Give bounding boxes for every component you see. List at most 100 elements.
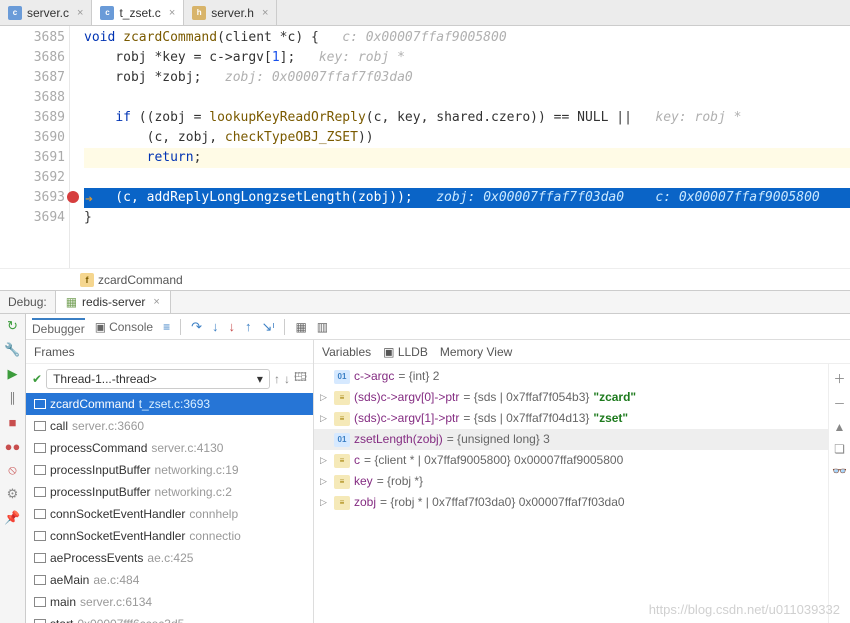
h-file-icon: h [192,6,206,20]
code-area[interactable]: void zcardCommand(client *c) { c: 0x0000… [70,26,850,268]
tab-t-zset-c[interactable]: c t_zset.c × [92,0,184,25]
app-icon: ▦ [66,295,77,309]
stack-frame[interactable]: main server.c:6134 [26,591,313,613]
rerun-icon[interactable]: ↻ [5,318,21,334]
up-icon[interactable]: ▲ [834,420,846,434]
close-icon[interactable]: × [262,7,268,19]
expand-icon[interactable]: ▷ [320,451,330,470]
remove-watch-icon[interactable]: － [833,395,845,412]
watermark: https://blog.csdn.net/u011039332 [649,602,840,617]
close-icon[interactable]: × [77,7,83,19]
stop-icon[interactable]: ■ [5,414,21,430]
mute-bp-icon[interactable]: ⦸ [5,462,21,478]
close-icon[interactable]: × [153,296,159,308]
pause-icon[interactable]: ∥ [5,390,21,406]
session-name: redis-server [82,295,145,309]
copy-icon[interactable]: ❏ [834,442,845,456]
tab-memory-view[interactable]: Memory View [440,345,512,359]
var-type-icon: ≡ [334,475,350,489]
variable-row[interactable]: ▷≡c = {client * | 0x7ffaf9005800} 0x0000… [314,450,828,471]
variables-header: Variables ▣ LLDB Memory View [314,340,850,364]
frame-icon [34,399,46,409]
debug-session-tab[interactable]: ▦ redis-server × [55,291,171,313]
variable-list[interactable]: 01c->argc = {int} 2▷≡(sds)c->argv[0]->pt… [314,364,828,623]
step-into-icon[interactable]: ↓ [212,319,219,334]
frame-icon [34,531,46,541]
breakpoints-icon[interactable]: ●● [5,438,21,454]
tab-label: t_zset.c [119,6,160,20]
frames-panel: Frames ✔ Thread-1...-thread> ▾ ↑ ↓ 🖽 zca… [26,340,314,623]
add-watch-icon[interactable]: ＋ [833,370,845,387]
debug-toolbar: Debugger ▣ Console ≡ ↷ ↓ ↓ ↑ ↘ᶦ ▦ ▥ [26,314,850,340]
variable-row[interactable]: ▷≡(sds)c->argv[0]->ptr = {sds | 0x7ffaf7… [314,387,828,408]
debug-panel: ↻ 🔧 ▶ ∥ ■ ●● ⦸ ⚙ 📌 Debugger ▣ Console ≡ … [0,314,850,623]
breadcrumb-label: zcardCommand [98,273,183,287]
c-file-icon: c [100,6,114,20]
tab-server-h[interactable]: h server.h × [184,0,277,25]
thread-select[interactable]: Thread-1...-thread> ▾ [46,369,270,389]
add-icon[interactable]: 🖽 [294,368,307,389]
file-tabs: c server.c × c t_zset.c × h server.h × [0,0,850,26]
tab-variables[interactable]: Variables [322,345,371,359]
c-file-icon: c [8,6,22,20]
stack-frame[interactable]: call server.c:3660 [26,415,313,437]
frame-icon [34,553,46,563]
pin-icon[interactable]: 📌 [5,510,21,526]
variable-row[interactable]: ▷≡(sds)c->argv[1]->ptr = {sds | 0x7ffaf7… [314,408,828,429]
variable-row[interactable]: 01zsetLength(zobj) = {unsigned long} 3 [314,429,828,450]
frame-up-icon[interactable]: ↑ [274,372,280,386]
debug-main: Debugger ▣ Console ≡ ↷ ↓ ↓ ↑ ↘ᶦ ▦ ▥ Fram… [26,314,850,623]
close-icon[interactable]: × [169,7,175,19]
glasses-icon[interactable]: 👓 [832,464,847,478]
tab-label: server.c [27,6,69,20]
step-over-icon[interactable]: ↷ [191,319,202,335]
frame-icon [34,619,46,623]
stack-frame[interactable]: zcardCommand t_zset.c:3693 [26,393,313,415]
var-type-icon: ≡ [334,454,350,468]
settings-icon[interactable]: ⚙ [5,486,21,502]
stack-frame[interactable]: connSocketEventHandler connhelp [26,503,313,525]
tab-debugger[interactable]: Debugger [32,318,85,336]
frame-down-icon[interactable]: ↓ [284,372,290,386]
var-type-icon: ≡ [334,496,350,510]
var-type-icon: 01 [334,370,350,384]
code-editor[interactable]: 368536863687368836893690369136923693➔369… [0,26,850,268]
frame-icon [34,575,46,585]
stack-frame[interactable]: processInputBuffer networking.c:2 [26,481,313,503]
stack-frame[interactable]: processInputBuffer networking.c:19 [26,459,313,481]
check-icon: ✔ [32,372,42,386]
force-step-into-icon[interactable]: ↓ [229,319,236,334]
evaluate-icon[interactable]: ▦ [295,320,306,334]
variables-panel: Variables ▣ LLDB Memory View 01c->argc =… [314,340,850,623]
expand-icon[interactable]: ▷ [320,409,330,428]
tab-lldb[interactable]: ▣ LLDB [383,345,428,359]
variable-row[interactable]: ▷≡key = {robj *} [314,471,828,492]
tab-server-c[interactable]: c server.c × [0,0,92,25]
stack-frame[interactable]: aeProcessEvents ae.c:425 [26,547,313,569]
separator [284,319,285,335]
frame-icon [34,421,46,431]
expand-icon[interactable]: ▷ [320,388,330,407]
debug-label: Debug: [0,295,55,309]
var-type-icon: ≡ [334,412,350,426]
var-type-icon: 01 [334,433,350,447]
stack-frame[interactable]: processCommand server.c:4130 [26,437,313,459]
frame-list[interactable]: zcardCommand t_zset.c:3693call server.c:… [26,393,313,623]
stack-frame[interactable]: aeMain ae.c:484 [26,569,313,591]
variable-row[interactable]: ▷≡zobj = {robj * | 0x7ffaf7f03da0} 0x000… [314,492,828,513]
wrench-icon[interactable]: 🔧 [5,342,21,358]
frame-icon [34,443,46,453]
resume-icon[interactable]: ▶ [5,366,21,382]
layout-icon[interactable]: ▥ [317,320,328,334]
variable-row[interactable]: 01c->argc = {int} 2 [314,366,828,387]
function-icon: f [80,273,94,287]
run-to-cursor-icon[interactable]: ↘ᶦ [262,319,275,335]
expand-icon[interactable]: ▷ [320,493,330,512]
expand-icon[interactable]: ▷ [320,472,330,491]
stack-frame[interactable]: connSocketEventHandler connectio [26,525,313,547]
threads-icon[interactable]: ≡ [163,320,170,334]
step-out-icon[interactable]: ↑ [245,319,252,334]
tab-console[interactable]: ▣ Console [95,320,153,334]
thread-row: ✔ Thread-1...-thread> ▾ ↑ ↓ 🖽 [26,364,313,393]
stack-frame[interactable]: start 0x00007fff6ccec3d5 [26,613,313,623]
